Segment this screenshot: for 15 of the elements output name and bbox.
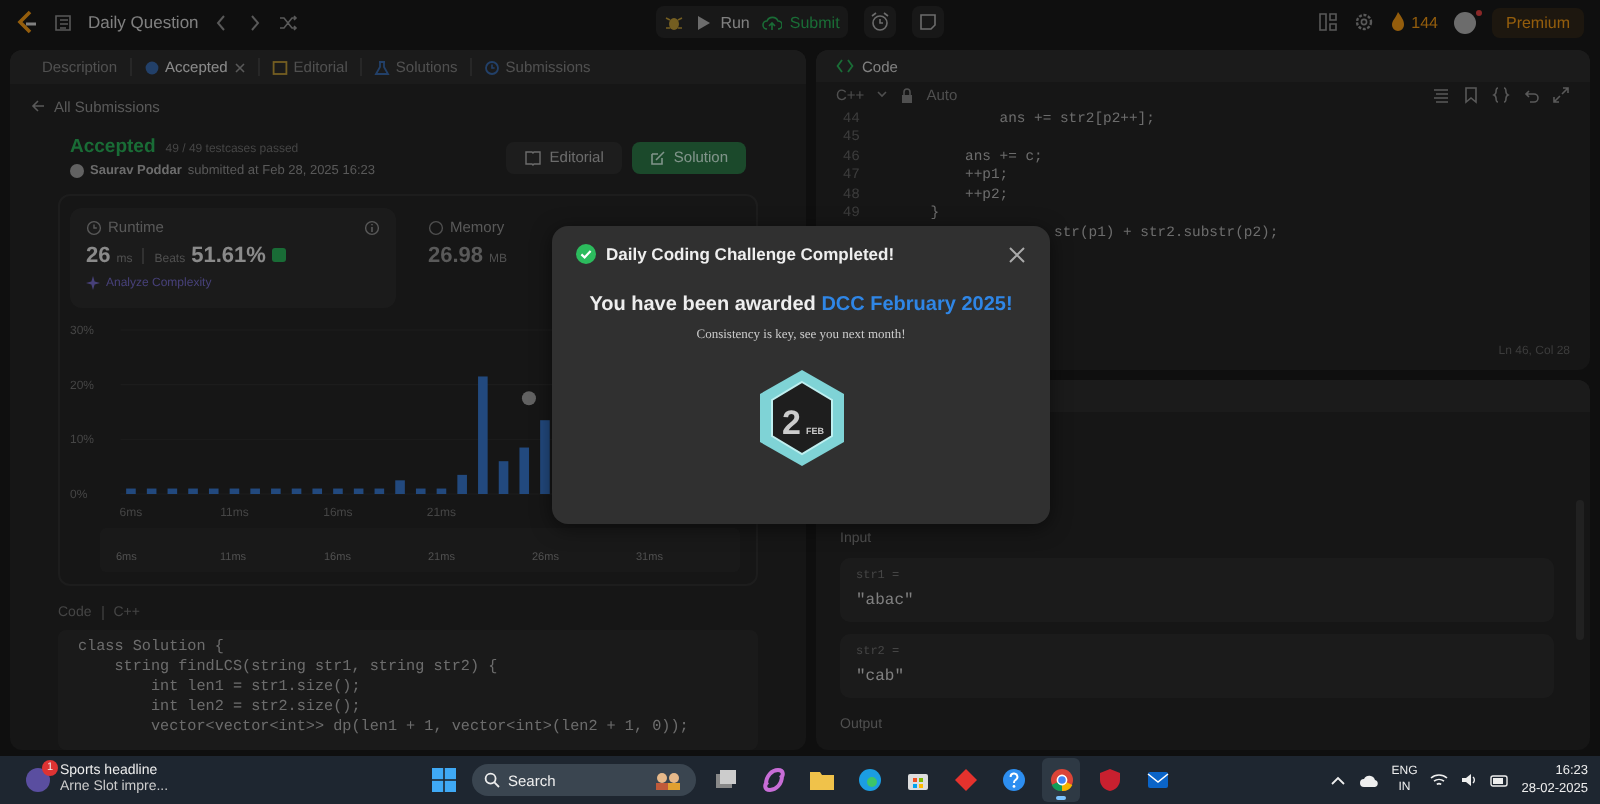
badge-day: 2 [781, 404, 800, 442]
parameter-value[interactable]: "cab" [856, 668, 1538, 686]
beats-percentage: 51.61% [191, 244, 266, 268]
runtime-value: 26 [86, 244, 111, 268]
run-button[interactable]: Run [696, 13, 750, 31]
memory-value: 26.98 [428, 244, 484, 268]
problem-list-title[interactable]: Daily Question [88, 12, 199, 32]
submission-status: Accepted [70, 136, 156, 158]
submit-button[interactable]: Submit [761, 13, 840, 31]
award-message: You have been awarded DCC February 2025! [589, 294, 1013, 316]
parameter-value[interactable]: "abac" [856, 592, 1538, 610]
streak-count: 144 [1411, 13, 1438, 31]
dialog-title: Daily Coding Challenge Completed! [606, 244, 897, 264]
premium-button[interactable]: Premium [1491, 7, 1584, 37]
award-link[interactable]: DCC February 2025! [821, 294, 1013, 316]
